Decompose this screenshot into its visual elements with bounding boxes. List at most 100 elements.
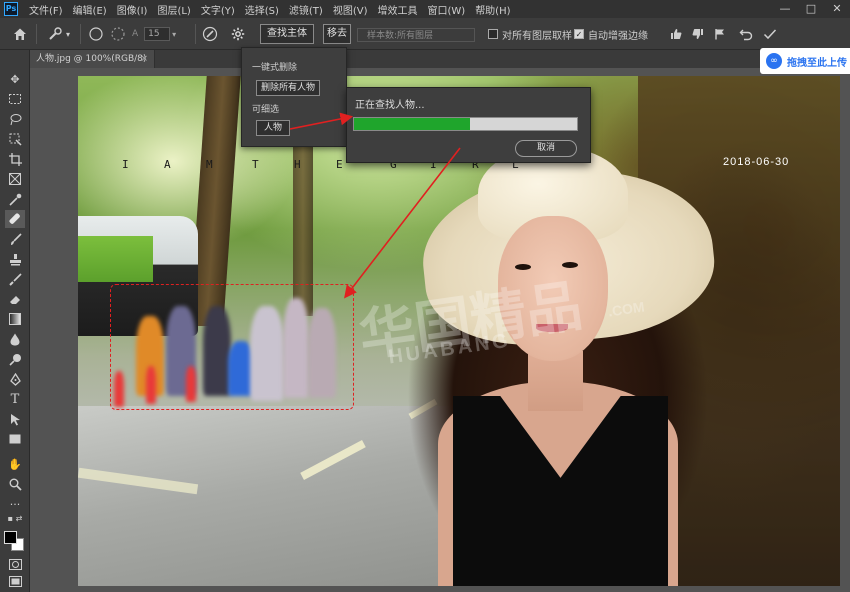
menu-image[interactable]: 图像(I) <box>112 2 153 17</box>
minimize-button[interactable]: — <box>772 0 798 18</box>
menu-edit[interactable]: 编辑(E) <box>68 2 112 17</box>
sample-all-layers-label: 对所有图层取样 <box>502 30 572 42</box>
brush-size-input[interactable]: 15 <box>144 27 171 41</box>
new-selection-mode[interactable] <box>86 18 106 50</box>
eraser-tool[interactable] <box>5 290 25 308</box>
home-button[interactable] <box>10 18 30 50</box>
progress-dialog: 正在查找人物... 取消 <box>346 87 591 163</box>
sample-mode-field[interactable] <box>357 28 475 42</box>
close-window-button[interactable]: ✕ <box>824 0 850 18</box>
thumbs-down-button[interactable] <box>688 18 708 50</box>
healing-brush-tool[interactable] <box>5 210 25 228</box>
brush-size-control[interactable]: A 15 ▾ <box>132 18 176 50</box>
type-tool[interactable]: T <box>5 390 25 408</box>
lasso-tool[interactable] <box>5 110 25 128</box>
path-selection-tool[interactable] <box>5 410 25 428</box>
auto-enhance-option[interactable]: ✓ 自动增强边缘 <box>574 18 648 50</box>
menu-file[interactable]: 文件(F) <box>24 2 68 17</box>
blur-tool[interactable] <box>5 330 25 348</box>
people-button[interactable]: 人物 <box>256 120 290 136</box>
maximize-button[interactable]: □ <box>798 0 824 18</box>
progress-bar <box>353 117 578 131</box>
select-subject-dropdown: 一键式删除 删除所有人物 可细选 人物 <box>241 47 347 147</box>
brush-circle-icon <box>86 24 106 44</box>
object-selection-tool[interactable] <box>5 130 25 148</box>
brush-tool[interactable] <box>5 230 25 248</box>
auto-enhance-label: 自动增强边缘 <box>588 30 648 42</box>
photoshop-logo-icon: Ps <box>4 2 18 16</box>
menu-window[interactable]: 窗口(W) <box>422 2 470 17</box>
delete-all-people-button[interactable]: 删除所有人物 <box>256 80 320 96</box>
document-tab[interactable]: 人物.jpg @ 100%(RGB/8) × <box>30 50 155 68</box>
pressure-toggle[interactable] <box>200 18 220 50</box>
frame-tool[interactable] <box>5 170 25 188</box>
droplet-icon <box>10 333 20 345</box>
remove-button[interactable]: 移去 <box>323 24 351 44</box>
move-tool[interactable]: ✥ <box>5 70 25 88</box>
more-tools[interactable]: ··· <box>5 495 25 513</box>
eyedropper-icon <box>8 193 21 206</box>
marquee-tool[interactable] <box>5 90 25 108</box>
auto-enhance-checkbox[interactable]: ✓ <box>574 29 584 39</box>
brush-size-label: A <box>132 29 139 39</box>
select-subject-control: 查找主体 <box>260 18 314 50</box>
stamp-icon <box>9 253 21 265</box>
pen-pressure-icon <box>200 24 220 44</box>
foreground-color-swatch[interactable] <box>4 531 17 544</box>
thumbs-up-button[interactable] <box>666 18 686 50</box>
hand-tool[interactable]: ✋ <box>5 455 25 473</box>
default-colors-button[interactable]: ▪ ⇄ <box>5 513 25 523</box>
menu-bar: Ps 文件(F) 编辑(E) 图像(I) 图层(L) 文字(Y) 选择(S) 滤… <box>0 0 850 18</box>
tool-preset-picker[interactable]: ▾ <box>45 18 70 50</box>
cancel-button[interactable]: 取消 <box>515 140 577 157</box>
eyedropper-tool[interactable] <box>5 190 25 208</box>
menu-plugins[interactable]: 增效工具 <box>372 2 422 17</box>
window-controls: — □ ✕ <box>772 0 850 18</box>
close-tab-icon[interactable]: × <box>140 50 148 68</box>
baidu-cloud-icon: ∞ <box>766 53 782 69</box>
gradient-tool[interactable] <box>5 310 25 328</box>
history-brush-tool[interactable] <box>5 270 25 288</box>
add-selection-mode[interactable] <box>108 18 128 50</box>
report-flag-button[interactable] <box>710 18 730 50</box>
dodge-tool[interactable] <box>5 350 25 368</box>
pointer-icon <box>10 413 20 425</box>
thumbs-up-icon <box>666 24 686 44</box>
menu-type[interactable]: 文字(Y) <box>196 2 240 17</box>
clone-stamp-tool[interactable] <box>5 250 25 268</box>
chevron-down-icon: ▾ <box>66 29 71 39</box>
menu-select[interactable]: 选择(S) <box>240 2 284 17</box>
pen-tool[interactable] <box>5 370 25 388</box>
quick-mask-button[interactable] <box>5 555 25 573</box>
fine-select-label: 可细选 <box>252 105 280 115</box>
crop-icon <box>8 152 22 166</box>
options-bar: ▾ A 15 ▾ 查找主体 移去 样本数:所有图层 对所有图层取样 ✓ 自动增强… <box>0 18 850 50</box>
brush-icon <box>10 232 22 245</box>
sample-all-layers-checkbox[interactable] <box>488 29 498 39</box>
menu-filter[interactable]: 滤镜(T) <box>284 2 328 17</box>
caption-letter: A <box>164 158 171 171</box>
menu-layer[interactable]: 图层(L) <box>152 2 195 17</box>
rectangle-tool[interactable] <box>5 430 25 448</box>
menu-view[interactable]: 视图(V) <box>328 2 373 17</box>
commit-button[interactable] <box>760 18 780 50</box>
crop-tool[interactable] <box>5 150 25 168</box>
brush-circle-dashed-icon <box>108 24 128 44</box>
gradient-icon <box>9 313 21 325</box>
healing-brush-icon <box>9 213 20 224</box>
select-subject-button[interactable]: 查找主体 <box>260 24 314 44</box>
zoom-tool[interactable] <box>5 475 25 493</box>
caption-letter: M <box>206 158 213 171</box>
screen-mode-button[interactable] <box>5 572 25 590</box>
pen-icon <box>9 372 21 386</box>
marquee-icon <box>9 94 21 104</box>
upload-drop-target[interactable]: ∞ 拖拽至此上传 <box>760 48 850 74</box>
eraser-icon <box>9 295 20 304</box>
settings-button[interactable] <box>228 18 248 50</box>
frame-icon <box>9 173 21 185</box>
zoom-icon <box>9 478 22 491</box>
menu-help[interactable]: 帮助(H) <box>470 2 515 17</box>
sample-all-layers-option[interactable]: 对所有图层取样 <box>488 18 572 50</box>
remove-control: 移去 <box>323 18 351 50</box>
undo-button[interactable] <box>736 18 756 50</box>
